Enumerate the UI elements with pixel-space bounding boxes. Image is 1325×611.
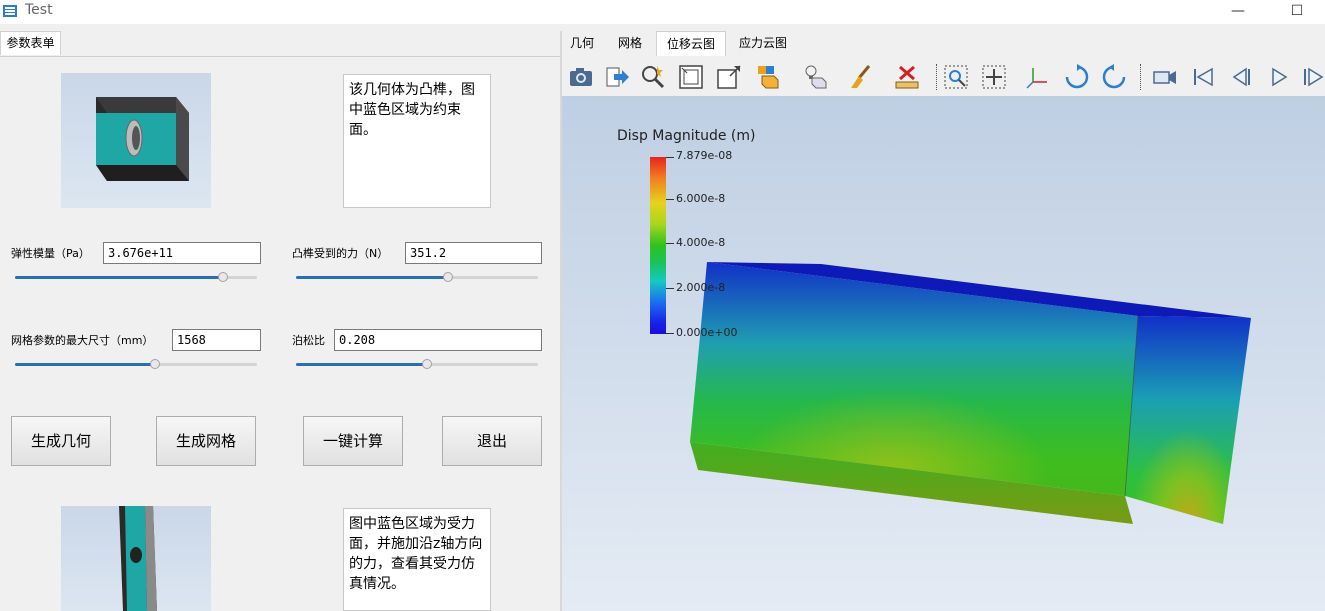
- ruler-delete-icon[interactable]: [894, 64, 920, 90]
- render-viewport[interactable]: Disp Magnitude (m) 7.879e-08 6.000e-8 4.…: [562, 96, 1325, 611]
- last-frame-icon[interactable]: [1302, 64, 1325, 90]
- geometry-description: 该几何体为凸榫，图中蓝色区域为约束面。: [343, 74, 491, 208]
- poisson-ratio-input[interactable]: 0.208: [334, 329, 542, 351]
- result-tab-bar: 几何 网格 位移云图 应力云图: [562, 31, 1325, 56]
- force-slider[interactable]: [296, 272, 538, 284]
- magic-select-icon[interactable]: [640, 64, 666, 90]
- compute-button[interactable]: 一键计算: [303, 416, 403, 466]
- mesh-size-label: 网格参数的最大尺寸（mm）: [11, 334, 154, 347]
- generate-geometry-button[interactable]: 生成几何: [11, 416, 111, 466]
- generate-mesh-button[interactable]: 生成网格: [156, 416, 256, 466]
- brush-icon[interactable]: [847, 64, 873, 90]
- slider-thumb[interactable]: [150, 359, 161, 369]
- legend-title: Disp Magnitude (m): [617, 128, 756, 144]
- slider-thumb[interactable]: [421, 359, 432, 369]
- axes-icon[interactable]: [1025, 64, 1051, 90]
- toolbar-separator: [1140, 64, 1142, 90]
- legend-tick: [666, 333, 674, 334]
- elastic-modulus-label: 弹性模量（Pa）: [11, 247, 90, 260]
- legend-tick-label-min: 0.000e+00: [676, 326, 738, 339]
- tab-param-form[interactable]: 参数表单: [0, 31, 61, 55]
- viewer-toolbar: [562, 56, 1325, 96]
- tab-geometry[interactable]: 几何: [562, 31, 602, 56]
- elastic-modulus-slider[interactable]: [15, 272, 257, 284]
- displacement-model: [690, 262, 1251, 524]
- zoom-select-icon[interactable]: [943, 64, 969, 90]
- mesh-size-input[interactable]: 1568: [172, 329, 261, 351]
- elastic-modulus-input[interactable]: 3.676e+11: [103, 242, 261, 264]
- legend-color-bar: [650, 157, 666, 334]
- window-title: Test: [25, 2, 53, 18]
- play-icon[interactable]: [1266, 64, 1292, 90]
- title-bar: Test — ☐: [0, 0, 1325, 24]
- fit-frame-icon[interactable]: [678, 64, 704, 90]
- light-cube-icon[interactable]: [802, 64, 828, 90]
- slider-thumb[interactable]: [218, 272, 229, 282]
- toolbar-separator: [936, 64, 938, 90]
- video-icon[interactable]: [1152, 64, 1178, 90]
- first-frame-icon[interactable]: [1190, 64, 1216, 90]
- legend-tick: [666, 243, 674, 244]
- minimize-button[interactable]: —: [1215, 0, 1261, 24]
- poisson-ratio-slider[interactable]: [296, 359, 538, 371]
- force-label: 凸榫受到的力（N）: [292, 247, 389, 260]
- force-input[interactable]: 351.2: [405, 242, 542, 264]
- legend-tick-label: 2.000e-8: [676, 281, 726, 294]
- exit-button[interactable]: 退出: [442, 416, 542, 466]
- maximize-button[interactable]: ☐: [1274, 0, 1320, 24]
- zoom-box-icon[interactable]: [716, 64, 742, 90]
- prev-frame-icon[interactable]: [1228, 64, 1254, 90]
- load-face-preview-image: [61, 506, 211, 611]
- tab-displacement[interactable]: 位移云图: [656, 31, 726, 56]
- poisson-ratio-label: 泊松比: [292, 334, 325, 347]
- rotate-ccw-icon[interactable]: [1101, 64, 1127, 90]
- load-description: 图中蓝色区域为受力面，并施加沿z轴方向的力，查看其受力仿真情况。: [343, 508, 491, 611]
- tab-stress[interactable]: 应力云图: [732, 31, 794, 56]
- legend-tick-label-max: 7.879e-08: [676, 149, 733, 162]
- pan-icon[interactable]: [981, 64, 1007, 90]
- legend-tick: [666, 288, 674, 289]
- export-icon[interactable]: [604, 64, 630, 90]
- legend-tick-label: 4.000e-8: [676, 236, 726, 249]
- camera-icon[interactable]: [568, 64, 594, 90]
- rotate-cw-icon[interactable]: [1064, 64, 1090, 90]
- left-tab-bar: 参数表单: [0, 31, 560, 57]
- mesh-size-slider[interactable]: [15, 359, 257, 371]
- param-form-panel: 该几何体为凸榫，图中蓝色区域为约束面。 弹性模量（Pa） 3.676e+11 凸…: [0, 56, 560, 611]
- legend-tick: [666, 199, 674, 200]
- geometry-preview-image: [61, 73, 211, 208]
- legend-tick-label: 6.000e-8: [676, 192, 726, 205]
- tab-mesh[interactable]: 网格: [610, 31, 650, 56]
- app-icon: [3, 5, 17, 17]
- legend-tick: [666, 157, 674, 158]
- slider-thumb[interactable]: [443, 272, 454, 282]
- color-cube-icon[interactable]: [756, 64, 782, 90]
